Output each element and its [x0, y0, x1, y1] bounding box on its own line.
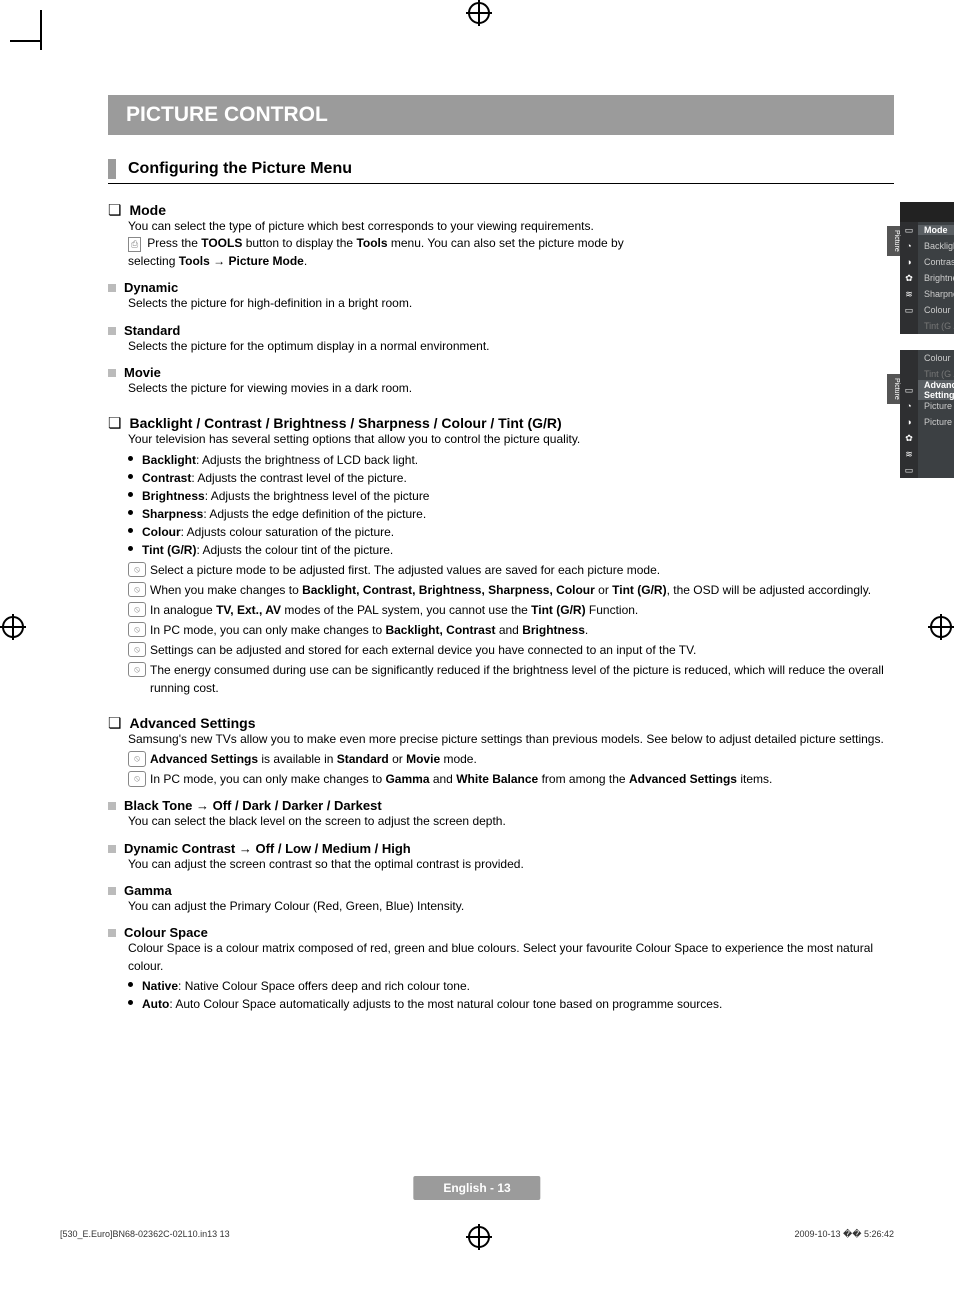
bcbs-bullets: Backlight: Adjusts the brightness of LCD… [128, 451, 894, 559]
footer-line: [530_E.Euro]BN68-02362C-02L10.in13 13 20… [60, 1229, 894, 1240]
bcbs-notes: ⦸Select a picture mode to be adjusted fi… [128, 561, 894, 697]
bcbs-heading: ❏ Backlight / Contrast / Brightness / Sh… [108, 415, 638, 431]
mode-tools-note: ⎙Press the TOOLS button to display the T… [128, 235, 638, 270]
note-item: ⦸Settings can be adjusted and stored for… [128, 641, 894, 659]
osd-row: ≋Sharpness: 50 [900, 286, 954, 302]
mode-heading: ❏ Mode [108, 202, 638, 218]
dynamic-text: Selects the picture for high-definition … [128, 295, 638, 312]
dyncon-text: You can adjust the screen contrast so th… [128, 856, 894, 873]
note-item: ⦸The energy consumed during use can be s… [128, 661, 894, 697]
osd-row: ◑Picture Reset [900, 414, 954, 430]
osd-row: ▭Colour: 50 [900, 302, 954, 318]
osd-row: ✿Brightness: 45 [900, 270, 954, 286]
gamma-heading: Gamma [108, 883, 894, 898]
advanced-heading: ❏ Advanced Settings [108, 715, 894, 731]
osd-row: ▭Advanced Settings▶ [900, 382, 954, 398]
standard-heading: Standard [108, 323, 638, 338]
cspace-text: Colour Space is a colour matrix composed… [128, 940, 894, 975]
blacktone-text: You can select the black level on the sc… [128, 813, 894, 830]
osd-row: ◔Backlight: 7 [900, 238, 954, 254]
title-bar: PICTURE CONTROL [108, 95, 894, 135]
dyncon-heading: Dynamic Contrast → Off / Low / Medium / … [108, 841, 894, 856]
osd-row: ✿ [900, 430, 954, 446]
note-item: ⦸In analogue TV, Ext., AV modes of the P… [128, 601, 894, 619]
osd-row: ▭Mode: Standard▶ [900, 222, 954, 238]
note-item: ⦸In PC mode, you can only make changes t… [128, 621, 894, 639]
footer-right: 2009-10-13 �� 5:26:42 [794, 1229, 894, 1240]
cspace-heading: Colour Space [108, 925, 894, 940]
bcbs-intro: Your television has several setting opti… [128, 431, 638, 448]
osd-row: Tint (G / R)G50 / R50 [900, 318, 954, 334]
blacktone-heading: Black Tone → Off / Dark / Darker / Darke… [108, 798, 894, 813]
note-item: ⦸In PC mode, you can only make changes t… [128, 770, 894, 788]
osd-menu-2: Picture Colour: 50Tint (G / R)G50 / R50▭… [900, 350, 954, 478]
movie-text: Selects the picture for viewing movies i… [128, 380, 638, 397]
list-item: Colour: Adjusts colour saturation of the… [128, 523, 894, 541]
list-item: Sharpness: Adjusts the edge definition o… [128, 505, 894, 523]
osd-row: ≋ [900, 446, 954, 462]
page-number: English - 13 [413, 1176, 540, 1200]
advanced-intro: Samsung's new TVs allow you to make even… [128, 731, 894, 748]
gamma-text: You can adjust the Primary Colour (Red, … [128, 898, 894, 915]
list-item: Native: Native Colour Space offers deep … [128, 977, 894, 995]
list-item: Tint (G/R): Adjusts the colour tint of t… [128, 541, 894, 559]
list-item: Backlight: Adjusts the brightness of LCD… [128, 451, 894, 469]
advanced-notes: ⦸Advanced Settings is available in Stand… [128, 750, 894, 788]
osd-row: ◑Contrast: 95 [900, 254, 954, 270]
list-item: Auto: Auto Colour Space automatically ad… [128, 995, 894, 1013]
mode-intro: You can select the type of picture which… [128, 218, 638, 235]
section-heading: Configuring the Picture Menu [108, 159, 894, 184]
list-item: Contrast: Adjusts the contrast level of … [128, 469, 894, 487]
osd-menu-1: Picture ▭Mode: Standard▶◔Backlight: 7◑Co… [900, 202, 954, 334]
note-item: ⦸When you make changes to Backlight, Con… [128, 581, 894, 599]
osd-row: ▭ [900, 462, 954, 478]
footer-left: [530_E.Euro]BN68-02362C-02L10.in13 13 [60, 1229, 230, 1240]
list-item: Brightness: Adjusts the brightness level… [128, 487, 894, 505]
note-item: ⦸Advanced Settings is available in Stand… [128, 750, 894, 768]
dynamic-heading: Dynamic [108, 280, 638, 295]
osd-row: Colour: 50 [900, 350, 954, 366]
osd-row: ◔Picture Options [900, 398, 954, 414]
standard-text: Selects the picture for the optimum disp… [128, 338, 638, 355]
note-item: ⦸Select a picture mode to be adjusted fi… [128, 561, 894, 579]
movie-heading: Movie [108, 365, 638, 380]
cspace-bullets: Native: Native Colour Space offers deep … [128, 977, 894, 1013]
